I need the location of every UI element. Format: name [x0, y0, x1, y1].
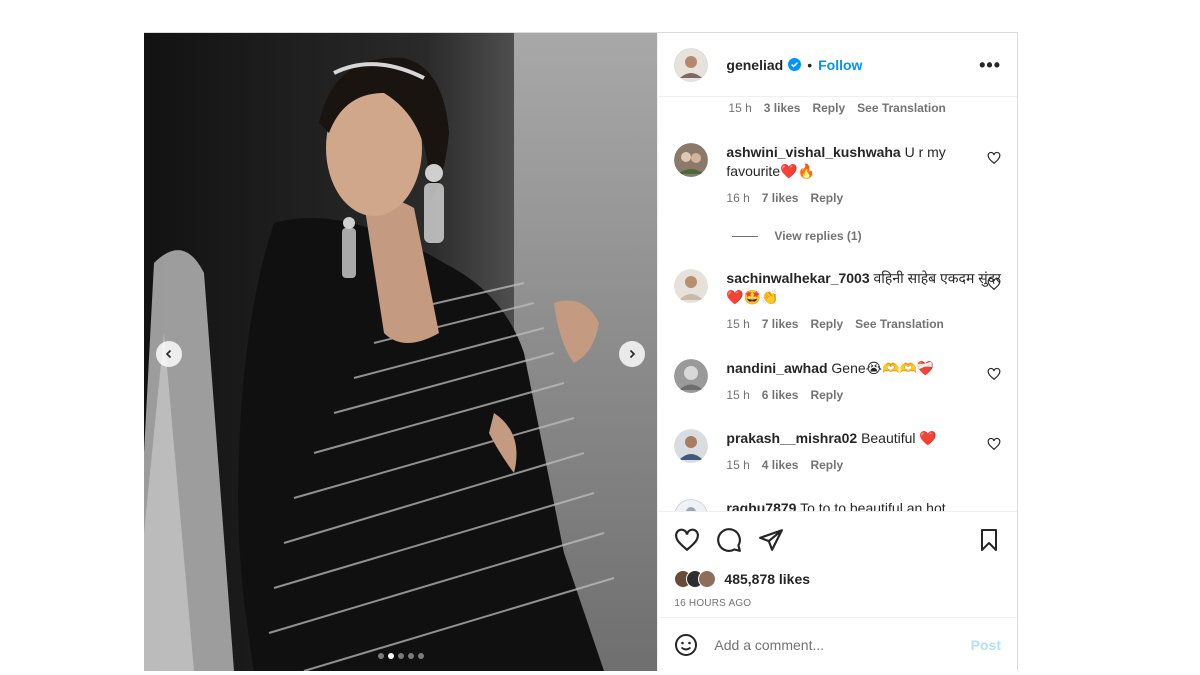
comment-like-icon[interactable] [987, 367, 1001, 381]
comment-like-icon[interactable] [987, 277, 1001, 291]
liker-avatar [698, 570, 717, 588]
comment-text: To to to beautiful an hot [800, 500, 946, 511]
carousel-dot [377, 653, 384, 659]
view-replies-button[interactable]: View replies (1) [732, 229, 862, 243]
commenter-username[interactable]: sachinwalhekar_7003 [726, 270, 869, 286]
comment-meta: 15 h 7 likes Reply See Translation [726, 315, 1001, 334]
comment-body: prakash__mishra02 Beautiful ❤️ 15 h 4 li… [726, 429, 1001, 475]
likes-count[interactable]: 485,878 likes [724, 571, 810, 587]
comment-reply-button[interactable]: Reply [810, 315, 843, 334]
like-heart-icon[interactable] [674, 527, 700, 553]
carousel-indicator [144, 653, 657, 659]
more-options-icon[interactable]: ••• [979, 56, 1001, 74]
commenter-username[interactable]: nandini_awhad [726, 360, 827, 376]
commenter-username[interactable]: ashwini_vishal_kushwaha [726, 144, 900, 160]
comment-reply-button[interactable]: Reply [812, 101, 845, 115]
header-separator: • [807, 56, 813, 73]
comment-likes[interactable]: 7 likes [762, 189, 799, 208]
follow-button[interactable]: Follow [818, 57, 862, 73]
comment-like-icon[interactable] [987, 437, 1001, 451]
author-username[interactable]: geneliad [726, 57, 783, 73]
post-photo [144, 33, 658, 671]
post-header: geneliad • Follow ••• [658, 33, 1017, 97]
comment-item: raghu7879 To to to beautiful an hot [674, 499, 1001, 511]
comment-item: ashwini_vishal_kushwaha U r my favourite… [674, 143, 1001, 208]
share-paper-plane-icon[interactable] [758, 527, 784, 553]
comment-body: sachinwalhekar_7003 वहिनी साहेब एकदम सुं… [726, 269, 1001, 334]
see-translation-button[interactable]: See Translation [857, 101, 946, 115]
comment-time: 15 h [726, 458, 750, 472]
comment-like-icon[interactable] [987, 151, 1001, 165]
comment-text: Gene😭🫶🫶❤️‍🩹 [831, 360, 935, 376]
post-container: geneliad • Follow ••• 15 h 3 likes Reply… [144, 32, 1018, 671]
comment-body: ashwini_vishal_kushwaha U r my favourite… [726, 143, 1001, 208]
comment-reply-button[interactable]: Reply [810, 386, 843, 405]
view-replies-line [732, 235, 759, 237]
action-icons [674, 524, 1001, 556]
commenter-avatar[interactable] [674, 269, 709, 303]
comment-time: 15 h [726, 388, 750, 402]
comment-bubble-icon[interactable] [716, 527, 742, 553]
commenter-avatar[interactable] [674, 499, 708, 511]
chevron-right-icon [630, 349, 636, 359]
post-media[interactable] [144, 33, 658, 671]
post-actions: 485,878 likes 16 HOURS AGO [658, 511, 1017, 617]
commenter-username[interactable]: raghu7879 [726, 500, 796, 511]
comment-meta-partial: 15 h 3 likes Reply See Translation [728, 101, 945, 115]
author-avatar[interactable] [674, 47, 709, 82]
post-side-panel: geneliad • Follow ••• 15 h 3 likes Reply… [657, 33, 1017, 671]
add-comment-bar: Post [658, 617, 1017, 671]
save-bookmark-icon[interactable] [977, 527, 1001, 553]
comment-time: 16 h [726, 191, 750, 205]
comment-item: nandini_awhad Gene😭🫶🫶❤️‍🩹 15 h 6 likes R… [674, 359, 1001, 405]
commenter-avatar[interactable] [674, 429, 709, 463]
commenter-avatar[interactable] [674, 359, 709, 393]
comment-time: 15 h [726, 317, 750, 331]
comment-likes[interactable]: 3 likes [764, 101, 801, 115]
comment-reply-button[interactable]: Reply [810, 456, 843, 475]
comment-item: prakash__mishra02 Beautiful ❤️ 15 h 4 li… [674, 429, 1001, 475]
comment-body: nandini_awhad Gene😭🫶🫶❤️‍🩹 15 h 6 likes R… [726, 359, 1001, 405]
comment-likes[interactable]: 7 likes [762, 315, 799, 334]
previous-image-button[interactable] [156, 341, 182, 367]
carousel-dot-active [387, 653, 394, 659]
comment-meta: 15 h 4 likes Reply [726, 456, 1001, 475]
see-translation-button[interactable]: See Translation [855, 315, 944, 334]
post-comment-button[interactable]: Post [971, 637, 1001, 653]
view-replies-label: View replies (1) [774, 229, 862, 243]
comment-likes[interactable]: 6 likes [762, 386, 799, 405]
likes-row[interactable]: 485,878 likes [674, 570, 1001, 588]
chevron-left-icon [165, 349, 172, 359]
comment-reply-button[interactable]: Reply [810, 189, 843, 208]
comment-likes[interactable]: 4 likes [762, 456, 799, 475]
verified-badge-icon [788, 58, 802, 71]
carousel-dot [407, 653, 414, 659]
comment-meta: 16 h 7 likes Reply [726, 189, 1001, 208]
comment-body: raghu7879 To to to beautiful an hot [726, 499, 1001, 511]
commenter-username[interactable]: prakash__mishra02 [726, 430, 857, 446]
carousel-dot [397, 653, 404, 659]
carousel-dot [417, 653, 424, 659]
comments-list[interactable]: 15 h 3 likes Reply See Translation ashwi… [658, 97, 1017, 511]
comment-item: sachinwalhekar_7003 वहिनी साहेब एकदम सुं… [674, 269, 1001, 334]
comment-text: Beautiful ❤️ [861, 430, 937, 446]
commenter-avatar[interactable] [674, 143, 709, 177]
emoji-icon[interactable] [674, 633, 698, 657]
comment-meta: 15 h 6 likes Reply [726, 386, 1001, 405]
post-timestamp: 16 HOURS AGO [674, 598, 752, 609]
comment-time: 15 h [728, 101, 752, 115]
comment-input[interactable] [714, 636, 971, 653]
